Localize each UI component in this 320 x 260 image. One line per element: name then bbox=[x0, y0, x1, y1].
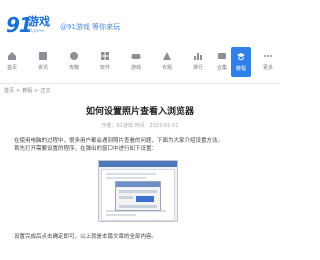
nav-item-more[interactable]: 更多 bbox=[258, 46, 278, 78]
nav-item-label: 合集 bbox=[216, 65, 227, 71]
dialog-titlebar bbox=[116, 182, 160, 187]
logo-text: 游戏 bbox=[28, 15, 50, 28]
article-screenshot bbox=[98, 160, 178, 222]
nav-item-label: 软件 bbox=[99, 65, 110, 71]
breadcrumb: 首页 > 教程 > 正文 bbox=[4, 87, 52, 94]
nav-item-home[interactable]: 首页 bbox=[2, 46, 22, 78]
home-icon bbox=[8, 52, 16, 60]
nav-item-guide[interactable]: 攻略 bbox=[64, 46, 84, 78]
nav-item-label: 首页 bbox=[6, 65, 17, 71]
site-header: 91 游戏 91game @91游戏 等你来玩 bbox=[0, 0, 280, 42]
logo-subtext: 91game bbox=[28, 28, 45, 33]
topic-icon bbox=[163, 52, 171, 60]
breadcrumb-separator: > bbox=[16, 88, 21, 94]
article-meta: 作者：91游戏 时间：2023-01-01 bbox=[101, 123, 179, 129]
screenshot-line bbox=[106, 214, 136, 216]
nav-item-label: 攻略 bbox=[68, 65, 79, 71]
dialog-highlight bbox=[136, 196, 154, 202]
collection-icon bbox=[218, 53, 226, 59]
dialog-row bbox=[119, 196, 133, 199]
site-slogan: @91游戏 等你来玩 bbox=[60, 23, 121, 31]
breadcrumb-separator: > bbox=[34, 88, 39, 94]
screenshot-titlebar bbox=[99, 161, 177, 167]
breadcrumb-home[interactable]: 首页 bbox=[4, 88, 14, 94]
category-nav: 首页 资讯 攻略 软件 游戏 专题 排行 合集 教程 更多 bbox=[0, 46, 280, 78]
site-logo[interactable]: 91 游戏 91game bbox=[6, 14, 52, 36]
nav-item-label: 排行 bbox=[192, 65, 203, 71]
nav-item-topic[interactable]: 专题 bbox=[157, 46, 177, 78]
article-paragraph: 设置完成后点击确定即可，以上就是本篇文章的全部内容。 bbox=[14, 234, 158, 240]
tutorial-icon bbox=[237, 53, 245, 61]
dialog-row bbox=[119, 190, 157, 193]
rank-icon bbox=[194, 53, 202, 60]
screenshot-line bbox=[106, 177, 146, 179]
nav-item-app[interactable]: 软件 bbox=[95, 46, 115, 78]
article-paragraph: 在使用电脑的过程中，很多用户都会遇到照片查看的问题，下面为大家介绍设置方法。 bbox=[14, 138, 224, 144]
nav-item-label: 更多 bbox=[262, 65, 273, 71]
screenshot-line bbox=[106, 173, 156, 175]
nav-item-label: 游戏 bbox=[130, 65, 141, 71]
more-icon bbox=[264, 55, 272, 57]
breadcrumb-current: 正文 bbox=[40, 88, 51, 94]
nav-item-label: 资讯 bbox=[37, 65, 48, 71]
dialog-row bbox=[119, 205, 157, 208]
app-icon bbox=[101, 52, 109, 60]
breadcrumb-category[interactable]: 教程 bbox=[22, 88, 32, 94]
nav-item-news[interactable]: 资讯 bbox=[33, 46, 53, 78]
article-title: 如何设置照片查看入浏览器 bbox=[85, 107, 194, 117]
header-divider bbox=[0, 83, 280, 84]
game-icon bbox=[131, 54, 141, 59]
news-icon bbox=[39, 52, 47, 60]
article-paragraph: 首先打开需要设置的程序，在弹出的窗口中进行如下设置： bbox=[14, 146, 158, 152]
nav-item-tutorial[interactable]: 教程 bbox=[231, 47, 251, 77]
nav-item-rank[interactable]: 排行 bbox=[188, 46, 208, 78]
screenshot-dialog bbox=[115, 181, 161, 211]
guide-icon bbox=[70, 52, 78, 60]
nav-item-label: 教程 bbox=[235, 66, 246, 72]
nav-item-game[interactable]: 游戏 bbox=[126, 46, 146, 78]
nav-item-label: 专题 bbox=[161, 65, 172, 71]
nav-item-collection[interactable]: 合集 bbox=[212, 46, 232, 78]
